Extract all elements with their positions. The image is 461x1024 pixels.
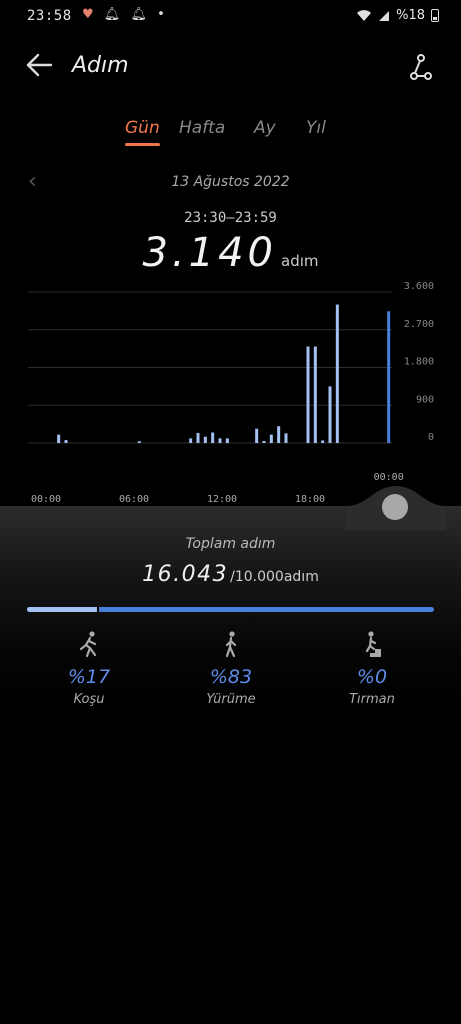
selected-time-range: 23:30–23:59 xyxy=(184,210,277,226)
back-arrow-icon[interactable] xyxy=(24,52,54,78)
date-label: 13 Ağustos 2022 xyxy=(171,174,290,190)
chart-bar[interactable] xyxy=(64,440,68,443)
status-right: %18 xyxy=(356,8,439,23)
climbing-label: Tırman xyxy=(349,692,395,707)
date-navigator: ‹ 13 Ağustos 2022 xyxy=(0,170,461,196)
x-tick-label: 06:00 xyxy=(119,494,149,505)
activity-running: %17 Koşu xyxy=(29,630,149,707)
chart-bar[interactable] xyxy=(137,441,141,443)
y-tick-label: 0 xyxy=(428,432,434,443)
running-percent: %17 xyxy=(67,666,111,688)
steps-progress-bar xyxy=(27,607,434,612)
total-steps: 16.043/10.000adım xyxy=(0,562,461,587)
chart-bar[interactable] xyxy=(269,434,273,443)
chart-bar[interactable] xyxy=(255,428,259,443)
time-scrubber-handle[interactable] xyxy=(382,494,408,520)
running-label: Koşu xyxy=(73,692,105,707)
activity-walking: %83 Yürüme xyxy=(171,630,291,707)
x-tick-label: 18:00 xyxy=(295,494,325,505)
steps-chart[interactable]: 3.600 2.700 1.800 900 0 00:00 00:00 06:00 12:00 1… xyxy=(0,280,461,510)
chart-bar[interactable] xyxy=(189,438,193,443)
selected-steps: 3.140 xyxy=(142,230,277,276)
wifi-icon xyxy=(357,9,372,21)
bell-icon: 🔔︎ xyxy=(130,7,150,22)
walking-label: Yürüme xyxy=(206,692,256,707)
x-tick-label: 12:00 xyxy=(207,494,237,505)
total-steps-label: Toplam adım xyxy=(185,536,276,552)
app-bar: Adım xyxy=(0,44,461,88)
tab-year[interactable]: Yıl xyxy=(306,118,326,138)
period-tabs: Gün Hafta Ay Yıl xyxy=(0,116,461,150)
climbing-icon xyxy=(364,631,381,657)
y-tick-label: 3.600 xyxy=(404,281,434,292)
notification-icons: ♥ 🔔︎ 🔔︎ • xyxy=(82,7,168,22)
selected-bar[interactable] xyxy=(387,311,391,443)
selected-unit: adım xyxy=(281,252,319,270)
total-steps-value: 16.043 xyxy=(142,562,229,587)
running-icon xyxy=(79,631,97,658)
chart-bar[interactable] xyxy=(196,432,200,443)
chart-bar[interactable] xyxy=(218,438,222,443)
battery-percent: %18 xyxy=(396,8,425,23)
tab-month[interactable]: Ay xyxy=(254,118,276,138)
signal-icon xyxy=(379,10,390,21)
chart-bar[interactable] xyxy=(225,438,229,443)
walking-icon xyxy=(225,631,237,658)
chart-bar[interactable] xyxy=(262,440,266,443)
chart-bar[interactable] xyxy=(284,433,288,443)
bell-icon: 🔔︎ xyxy=(103,7,124,22)
battery-icon xyxy=(431,9,439,22)
segment-divider xyxy=(97,607,99,612)
y-tick-label: 900 xyxy=(416,394,434,405)
chart-bar[interactable] xyxy=(203,436,207,443)
y-tick-label: 2.700 xyxy=(404,319,434,330)
chart-bar[interactable] xyxy=(211,432,215,443)
tab-day[interactable]: Gün xyxy=(125,118,160,138)
chart-bar[interactable] xyxy=(57,434,61,443)
chart-bar[interactable] xyxy=(335,304,339,443)
activity-climbing: %0 Tırman xyxy=(312,630,432,707)
steps-chart-svg: 3.6002.7001.800900000:0000:00 06:00 12:00 1… xyxy=(28,281,434,505)
chart-bar[interactable] xyxy=(306,346,310,443)
chart-bar[interactable] xyxy=(328,386,332,443)
x-tick-label: 00:00 xyxy=(31,494,61,505)
y-tick-label: 1.800 xyxy=(404,357,434,368)
share-icon[interactable] xyxy=(407,52,435,80)
page-title: Adım xyxy=(72,53,129,78)
walking-percent: %83 xyxy=(209,666,253,688)
running-share-segment xyxy=(27,607,97,612)
status-bar: 23:58 ♥ 🔔︎ 🔔︎ • %18 xyxy=(0,0,461,34)
selected-value: 3.140 adım xyxy=(0,230,461,276)
chart-bar[interactable] xyxy=(321,440,325,443)
heart-icon: ♥ xyxy=(82,7,97,22)
chart-bar[interactable] xyxy=(313,346,317,443)
tab-week[interactable]: Hafta xyxy=(179,118,225,138)
climbing-percent: %0 xyxy=(356,666,388,688)
status-time: 23:58 xyxy=(27,8,72,24)
steps-goal: /10.000adım xyxy=(230,569,319,585)
dot-icon: • xyxy=(157,7,168,22)
chart-bar[interactable] xyxy=(277,426,281,443)
active-tab-indicator xyxy=(125,143,160,146)
